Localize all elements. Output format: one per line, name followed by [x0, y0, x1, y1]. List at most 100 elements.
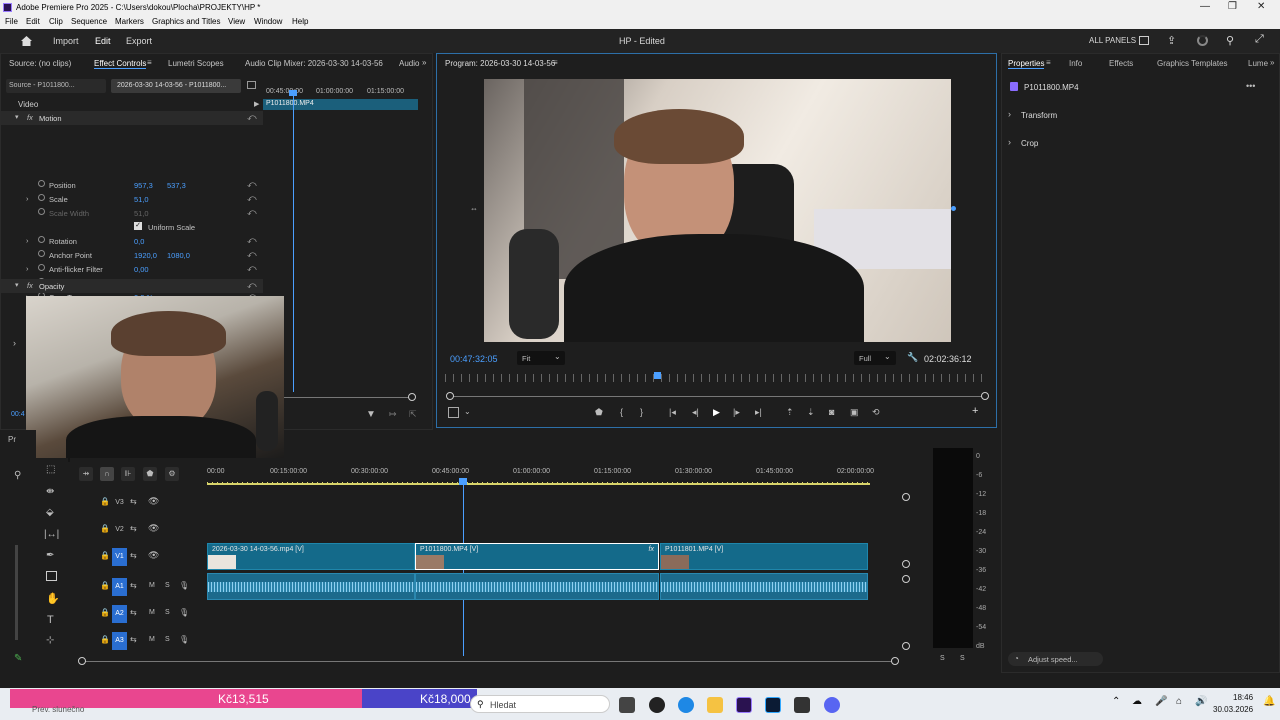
chevron-right-icon[interactable]: › [13, 338, 16, 348]
settings-grid-icon[interactable] [448, 407, 459, 418]
close-icon[interactable]: ✕ [1257, 1, 1265, 12]
transform-section[interactable]: Transform [1021, 111, 1057, 120]
vscroll-handle-top[interactable] [902, 493, 910, 501]
fullscreen-icon[interactable]: ⤢ [1255, 33, 1264, 46]
more-tabs-icon[interactable]: » [422, 58, 426, 67]
clock-time[interactable]: 18:46 [1233, 693, 1253, 702]
solo-icon[interactable]: S [165, 582, 170, 589]
program-timecode[interactable]: 00:47:32:05 [450, 354, 498, 364]
clip-v1-3[interactable]: P1011801.MP4 [V] [660, 543, 868, 570]
stopwatch-icon[interactable] [38, 250, 45, 257]
menu-clip[interactable]: Clip [49, 17, 63, 26]
property-value[interactable]: 51,0 [134, 209, 149, 218]
track-name[interactable]: A2 [112, 605, 127, 623]
wrench-icon[interactable]: 🔧 [907, 352, 918, 363]
photoshop-icon[interactable] [765, 697, 781, 713]
reset-icon[interactable]: ⤺ [247, 193, 257, 204]
audio-clip-1[interactable] [207, 573, 415, 600]
program-zoom-bar[interactable] [450, 396, 986, 397]
home-icon[interactable] [20, 35, 33, 47]
chevron-up-icon[interactable]: ⌃ [1112, 696, 1120, 707]
import-tab[interactable]: Import [53, 36, 79, 46]
reset-icon[interactable]: ⤺ [247, 263, 257, 274]
zoom-handle-right[interactable] [981, 392, 989, 400]
resize-handle-icon[interactable]: ⇔ [470, 204, 478, 213]
zoom-handle[interactable] [408, 393, 416, 401]
slip-tool-icon[interactable]: |↔| [44, 529, 59, 540]
obs-icon[interactable] [649, 697, 665, 713]
property-value-2[interactable]: 1080,0 [167, 251, 190, 260]
chevron-right-icon[interactable]: › [1008, 137, 1011, 147]
mini-playhead-handle[interactable] [289, 90, 297, 96]
chevron-down-icon[interactable]: ⌄ [464, 407, 471, 416]
eye-icon[interactable]: 👁 [148, 496, 159, 507]
lock-icon[interactable]: 🔒 [100, 608, 110, 617]
discord-icon[interactable] [824, 697, 840, 713]
export-tab[interactable]: Export [126, 36, 152, 46]
project-tab[interactable]: Pr [8, 435, 16, 444]
minimize-icon[interactable]: — [1200, 1, 1210, 12]
chevron-right-icon[interactable]: › [1008, 109, 1011, 119]
vscroll-handle-mid[interactable] [902, 560, 910, 568]
property-row-uniform-scale[interactable]: ✓ Uniform Scale [1, 220, 263, 234]
adjust-speed-button[interactable]: ◔ Adjust speed... [1008, 652, 1103, 666]
go-to-out-icon[interactable]: ▸| [755, 407, 762, 418]
sync-lock-icon[interactable]: ⇆ [130, 608, 137, 617]
property-value[interactable]: 51,0 [134, 195, 149, 204]
property-row-anchor-point[interactable]: Anchor Point 1920,0 1080,0 ⤺ [1, 248, 263, 262]
mic-icon[interactable]: 🎙 [179, 635, 189, 644]
mute-icon[interactable]: M [149, 609, 155, 616]
tab-effects[interactable]: Effects [1109, 59, 1133, 68]
comparison-icon[interactable]: ▣ [850, 407, 859, 418]
timeline-playhead-handle[interactable] [459, 478, 467, 485]
reset-icon[interactable]: ⤺ [247, 235, 257, 246]
sync-lock-icon[interactable]: ⇆ [130, 551, 137, 560]
property-row-scale[interactable]: › Scale 51,0 ⤺ [1, 192, 263, 206]
snap-icon[interactable]: ⇸ [79, 467, 93, 481]
go-to-in-icon[interactable]: |◂ [669, 407, 676, 418]
crop-section[interactable]: Crop [1021, 139, 1038, 148]
tab-graphics-templates[interactable]: Graphics Templates [1157, 59, 1228, 68]
program-ruler[interactable] [445, 374, 988, 382]
solo-icon[interactable]: S [165, 636, 170, 643]
marker-icon[interactable]: ⬟ [595, 407, 603, 418]
property-value-2[interactable]: 537,3 [167, 181, 186, 190]
track-name[interactable]: A3 [112, 632, 127, 650]
sync-lock-icon[interactable]: ⇆ [130, 524, 137, 533]
step-forward-icon[interactable]: |▸ [733, 407, 740, 418]
timeline-zoom-left[interactable] [78, 657, 86, 665]
capcut-icon[interactable] [794, 697, 810, 713]
chevron-right-icon[interactable]: › [26, 264, 29, 273]
mute-icon[interactable]: M [149, 636, 155, 643]
hand-tool-icon[interactable]: ✋ [46, 592, 60, 605]
clip-v1-1[interactable]: 2026-03-30 14-03-56.mp4 [V] [207, 543, 415, 570]
network-icon[interactable]: ☁ [1132, 696, 1142, 707]
search-icon[interactable]: ⚲ [14, 470, 21, 481]
checkbox-icon[interactable]: ✓ [134, 222, 142, 230]
ripple-edit-icon[interactable]: ⬙ [46, 507, 54, 518]
zoom-handle-left[interactable] [446, 392, 454, 400]
edge-icon[interactable] [678, 697, 694, 713]
menu-file[interactable]: File [5, 17, 18, 26]
lock-icon[interactable]: 🔒 [100, 497, 110, 506]
property-row-rotation[interactable]: › Rotation 0,0 ⤺ [1, 234, 263, 248]
menu-view[interactable]: View [228, 17, 245, 26]
rectangle-tool-icon[interactable] [46, 571, 57, 581]
timeline-zoom-right[interactable] [891, 657, 899, 665]
audio-clip-2[interactable] [415, 573, 659, 600]
eye-icon[interactable]: 👁 [148, 550, 159, 561]
reset-icon[interactable]: ⤺ [247, 280, 257, 291]
tab-source[interactable]: Source: (no clips) [9, 59, 71, 68]
mic-icon[interactable]: 🎙 [179, 608, 189, 617]
track-name[interactable]: V3 [112, 494, 127, 512]
maximize-icon[interactable]: ❐ [1228, 1, 1237, 12]
notification-icon[interactable]: 🔔 [1263, 696, 1275, 707]
pen-tool-icon[interactable]: ✒ [46, 550, 54, 561]
menu-icon[interactable]: ≡ [1046, 58, 1051, 67]
all-panels-button[interactable]: ALL PANELS [1089, 36, 1136, 45]
tab-properties[interactable]: Properties [1008, 59, 1045, 69]
property-row-scale-width[interactable]: Scale Width 51,0 ⤺ [1, 206, 263, 220]
tab-info[interactable]: Info [1069, 59, 1082, 68]
share-icon[interactable]: ⇪ [1167, 34, 1176, 47]
property-value[interactable]: 1920,0 [134, 251, 157, 260]
